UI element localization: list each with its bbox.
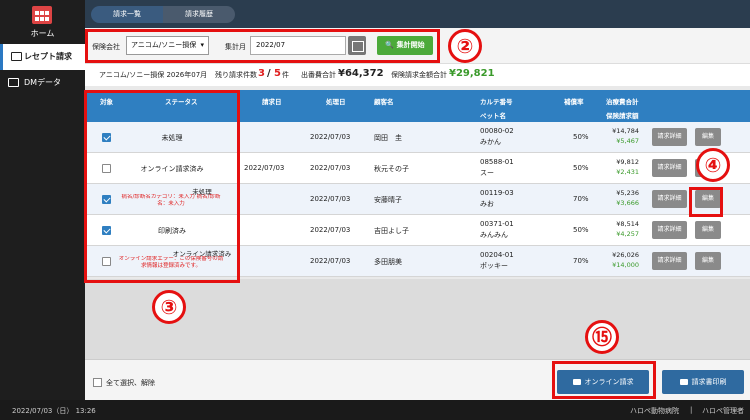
annotation-box-status xyxy=(84,90,240,283)
row-client: 秋元その子 xyxy=(374,165,409,173)
sidebar-item-label: レセプト請求 xyxy=(24,52,72,61)
row-proc-date: 2022/07/03 xyxy=(310,164,351,172)
row-ratio: 70% xyxy=(573,195,589,203)
mail-icon xyxy=(8,78,19,87)
edit-button[interactable]: 編集 xyxy=(695,221,721,239)
annotation-badge-4: ④ xyxy=(696,148,730,182)
receipt-icon xyxy=(11,52,22,61)
row-proc-date: 2022/07/03 xyxy=(310,195,351,203)
row-ratio: 70% xyxy=(573,257,589,265)
total-count: 5 xyxy=(274,68,281,79)
col-bill: 治療費合計 xyxy=(606,98,639,106)
sidebar-item-label: DMデータ xyxy=(24,78,62,87)
row-pet: みかん xyxy=(480,138,501,146)
row-pet: ポッキー xyxy=(480,262,508,270)
claim-detail-button[interactable]: 請求詳細 xyxy=(652,159,687,177)
claim-detail-button[interactable]: 請求詳細 xyxy=(652,128,687,146)
row-claim-date: 2022/07/03 xyxy=(244,164,285,172)
col-proc-date: 処理日 xyxy=(326,98,346,106)
row-bill: ¥26,026 xyxy=(612,251,639,259)
row-client: 岡田 圭 xyxy=(374,134,402,142)
row-claim: ¥4,257 xyxy=(616,230,639,238)
select-all-label: 全て選択、解除 xyxy=(106,379,155,387)
annotation-box-edit xyxy=(689,187,723,217)
row-client: 安藤晴子 xyxy=(374,196,402,204)
col-chart-no: カルテ番号 xyxy=(480,98,513,106)
row-proc-date: 2022/07/03 xyxy=(310,133,351,141)
row-bill: ¥14,784 xyxy=(612,127,639,135)
row-chart-no: 00119-03 xyxy=(480,189,514,197)
row-pet: みお xyxy=(480,200,494,208)
annotation-badge-15: ⑮ xyxy=(585,320,619,354)
row-chart-no: 00080-02 xyxy=(480,127,514,135)
row-claim: ¥3,666 xyxy=(616,199,639,207)
datetime: 2022/07/03（日） 13:26 xyxy=(12,407,96,415)
home-button[interactable]: ホーム xyxy=(0,0,85,42)
print-claim-button[interactable]: 請求書印刷 xyxy=(662,370,744,394)
sidebar-item-receipt[interactable]: レセプト請求 xyxy=(0,44,85,70)
col-ratio: 補償率 xyxy=(564,98,584,106)
count-unit: 件 xyxy=(282,71,289,79)
annotation-badge-2: ② xyxy=(448,29,482,63)
row-proc-date: 2022/07/03 xyxy=(310,226,351,234)
bill-total: ¥64,372 xyxy=(338,68,384,79)
claim-total: ¥29,821 xyxy=(449,68,495,79)
row-chart-no: 08588-01 xyxy=(480,158,514,166)
clinic-name: ハロペ動物病院 xyxy=(630,407,679,415)
col-pet: ペット名 xyxy=(480,112,506,120)
remaining-label: 残り請求件数 xyxy=(215,71,257,79)
claim-detail-button[interactable]: 請求詳細 xyxy=(652,221,687,239)
select-all-checkbox[interactable] xyxy=(93,378,102,387)
row-ratio: 50% xyxy=(573,133,589,141)
col-claim-date: 請求日 xyxy=(262,98,282,106)
empty-area xyxy=(85,279,750,359)
remaining-count: 3 xyxy=(258,68,265,79)
row-client: 吉田よし子 xyxy=(374,227,409,235)
row-ratio: 50% xyxy=(573,226,589,234)
edit-button[interactable]: 編集 xyxy=(695,252,721,270)
claim-detail-button[interactable]: 請求詳細 xyxy=(652,252,687,270)
row-client: 多田朋美 xyxy=(374,258,402,266)
col-claim: 保険請求額 xyxy=(606,112,639,120)
row-pet: スー xyxy=(480,169,494,177)
row-claim: ¥5,467 xyxy=(616,137,639,145)
row-proc-date: 2022/07/03 xyxy=(310,257,351,265)
admin-name: ハロペ管理者 xyxy=(702,407,744,415)
summary-bar: アニコム/ソニー損保 2026年07月 残り請求件数 3 / 5 件 出番費合計… xyxy=(85,64,750,86)
annotation-box-filter xyxy=(85,29,440,63)
row-bill: ¥9,812 xyxy=(616,158,639,166)
row-claim: ¥14,000 xyxy=(612,261,639,269)
app-window: ホーム レセプト請求 DMデータ 請求一覧 請求履歴 保険会社 アニコム/ソニー… xyxy=(0,0,750,420)
home-label: ホーム xyxy=(30,29,55,38)
row-chart-no: 00371-01 xyxy=(480,220,514,228)
sidebar: ホーム レセプト請求 DMデータ xyxy=(0,0,85,400)
row-pet: みんみん xyxy=(480,231,508,239)
claim-label: 保険請求金額合計 xyxy=(391,71,447,79)
annotation-box-online xyxy=(552,361,656,399)
row-ratio: 50% xyxy=(573,164,589,172)
status-bar: 2022/07/03（日） 13:26 ハロペ動物病院 | ハロペ管理者 xyxy=(0,400,750,420)
sidebar-item-dm[interactable]: DMデータ xyxy=(0,70,85,96)
claim-detail-button[interactable]: 請求詳細 xyxy=(652,190,687,208)
col-client: 顧客名 xyxy=(374,98,394,106)
tab-claim-list[interactable]: 請求一覧 xyxy=(91,6,163,23)
row-bill: ¥5,236 xyxy=(616,189,639,197)
edit-button[interactable]: 編集 xyxy=(695,128,721,146)
home-icon xyxy=(32,6,52,24)
tab-bar: 請求一覧 請求履歴 xyxy=(85,0,750,28)
row-chart-no: 00204-01 xyxy=(480,251,514,259)
bill-label: 出番費合計 xyxy=(301,71,336,79)
annotation-badge-3: ③ xyxy=(152,290,186,324)
row-claim: ¥2,431 xyxy=(616,168,639,176)
summary-title: アニコム/ソニー損保 2026年07月 xyxy=(99,71,208,79)
tab-claim-history[interactable]: 請求履歴 xyxy=(163,6,235,23)
row-bill: ¥8,514 xyxy=(616,220,639,228)
